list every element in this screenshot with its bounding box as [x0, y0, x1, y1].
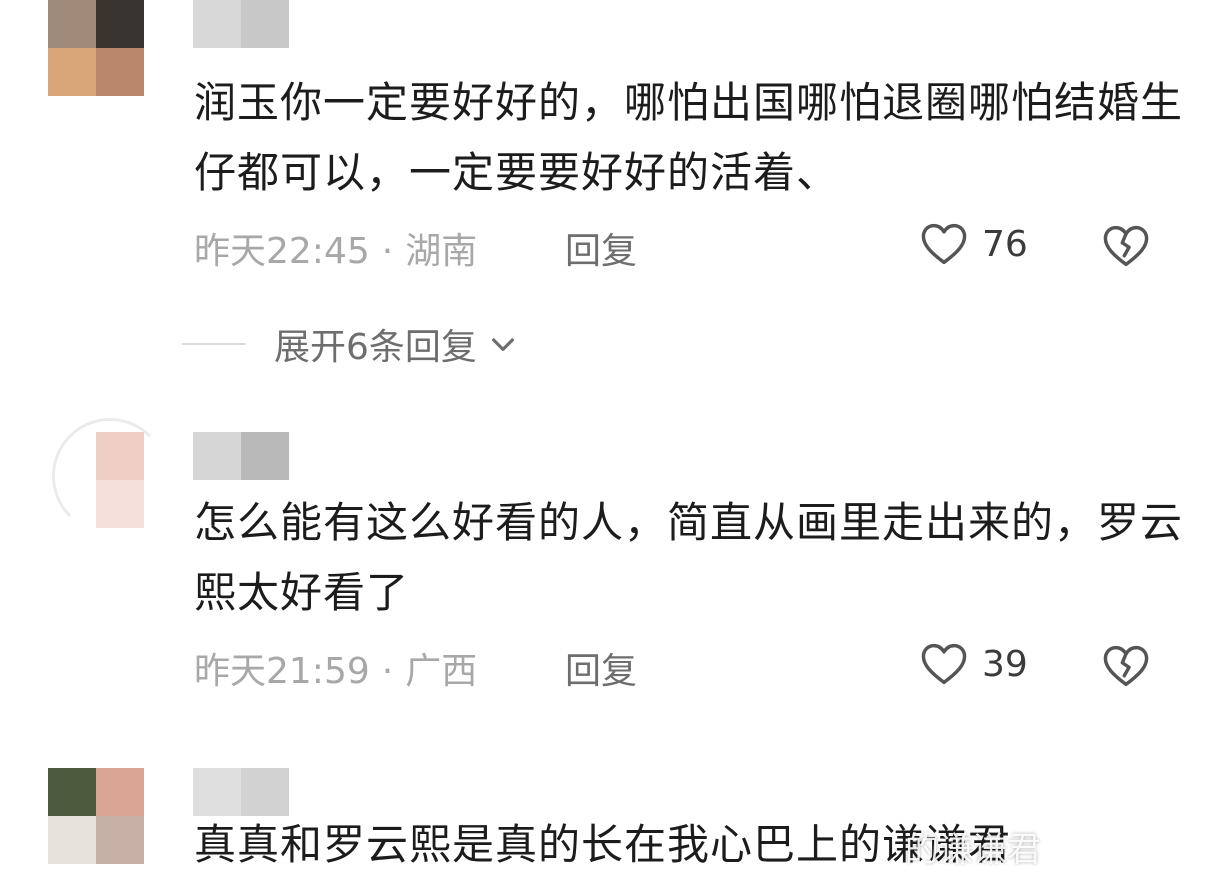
avatar[interactable] [48, 768, 144, 864]
dislike-button[interactable] [1100, 220, 1152, 276]
comment-meta: 昨天21:59 · 广西 [194, 642, 477, 694]
reply-button[interactable]: 回复 [565, 222, 637, 274]
expand-replies-label: 展开6条回复 [274, 327, 477, 368]
expand-replies-button[interactable]: 展开6条回复 [182, 318, 519, 370]
username-blurred[interactable] [193, 0, 289, 48]
comment-text: 怎么能有这么好看的人，简直从画里走出来的，罗云熙太好看了 [194, 498, 1184, 617]
avatar-pixel [48, 816, 96, 864]
meta-separator: · [381, 651, 394, 692]
meta-separator: · [381, 231, 394, 272]
username-blurred[interactable] [193, 768, 289, 816]
chevron-down-icon [491, 338, 514, 351]
avatar-pixel [96, 768, 144, 816]
heart-outline-icon [921, 223, 967, 265]
heart-outline-icon [921, 643, 967, 685]
like-count: 76 [982, 223, 1028, 265]
avatar-pixel [48, 48, 96, 96]
broken-heart-icon [1103, 225, 1149, 267]
comment-time: 昨天21:59 [194, 651, 370, 692]
comment-time: 昨天22:45 [194, 231, 370, 272]
reply-button[interactable]: 回复 [565, 642, 637, 694]
avatar-pixel [96, 48, 144, 96]
avatar[interactable] [48, 0, 144, 96]
avatar-outline [52, 418, 168, 534]
avatar-pixel [48, 768, 96, 816]
comment-location: 湖南 [405, 231, 478, 272]
like-button[interactable]: 76 [918, 218, 1028, 270]
avatar-pixel [96, 816, 144, 864]
broken-heart-icon [1103, 645, 1149, 687]
divider-line [182, 343, 246, 345]
comment-text: 润玉你一定要好好的，哪怕出国哪怕退圈哪怕结婚生仔都可以，一定要要好好的活着、 [194, 78, 1184, 197]
comment-meta: 昨天22:45 · 湖南 [194, 222, 477, 274]
avatar-pixel [96, 0, 144, 48]
comment-location: 广西 [405, 651, 478, 692]
like-count: 39 [982, 643, 1028, 685]
avatar-pixel [48, 0, 96, 48]
username-blurred[interactable] [193, 432, 289, 480]
like-button[interactable]: 39 [918, 638, 1028, 690]
dislike-button[interactable] [1100, 640, 1152, 696]
